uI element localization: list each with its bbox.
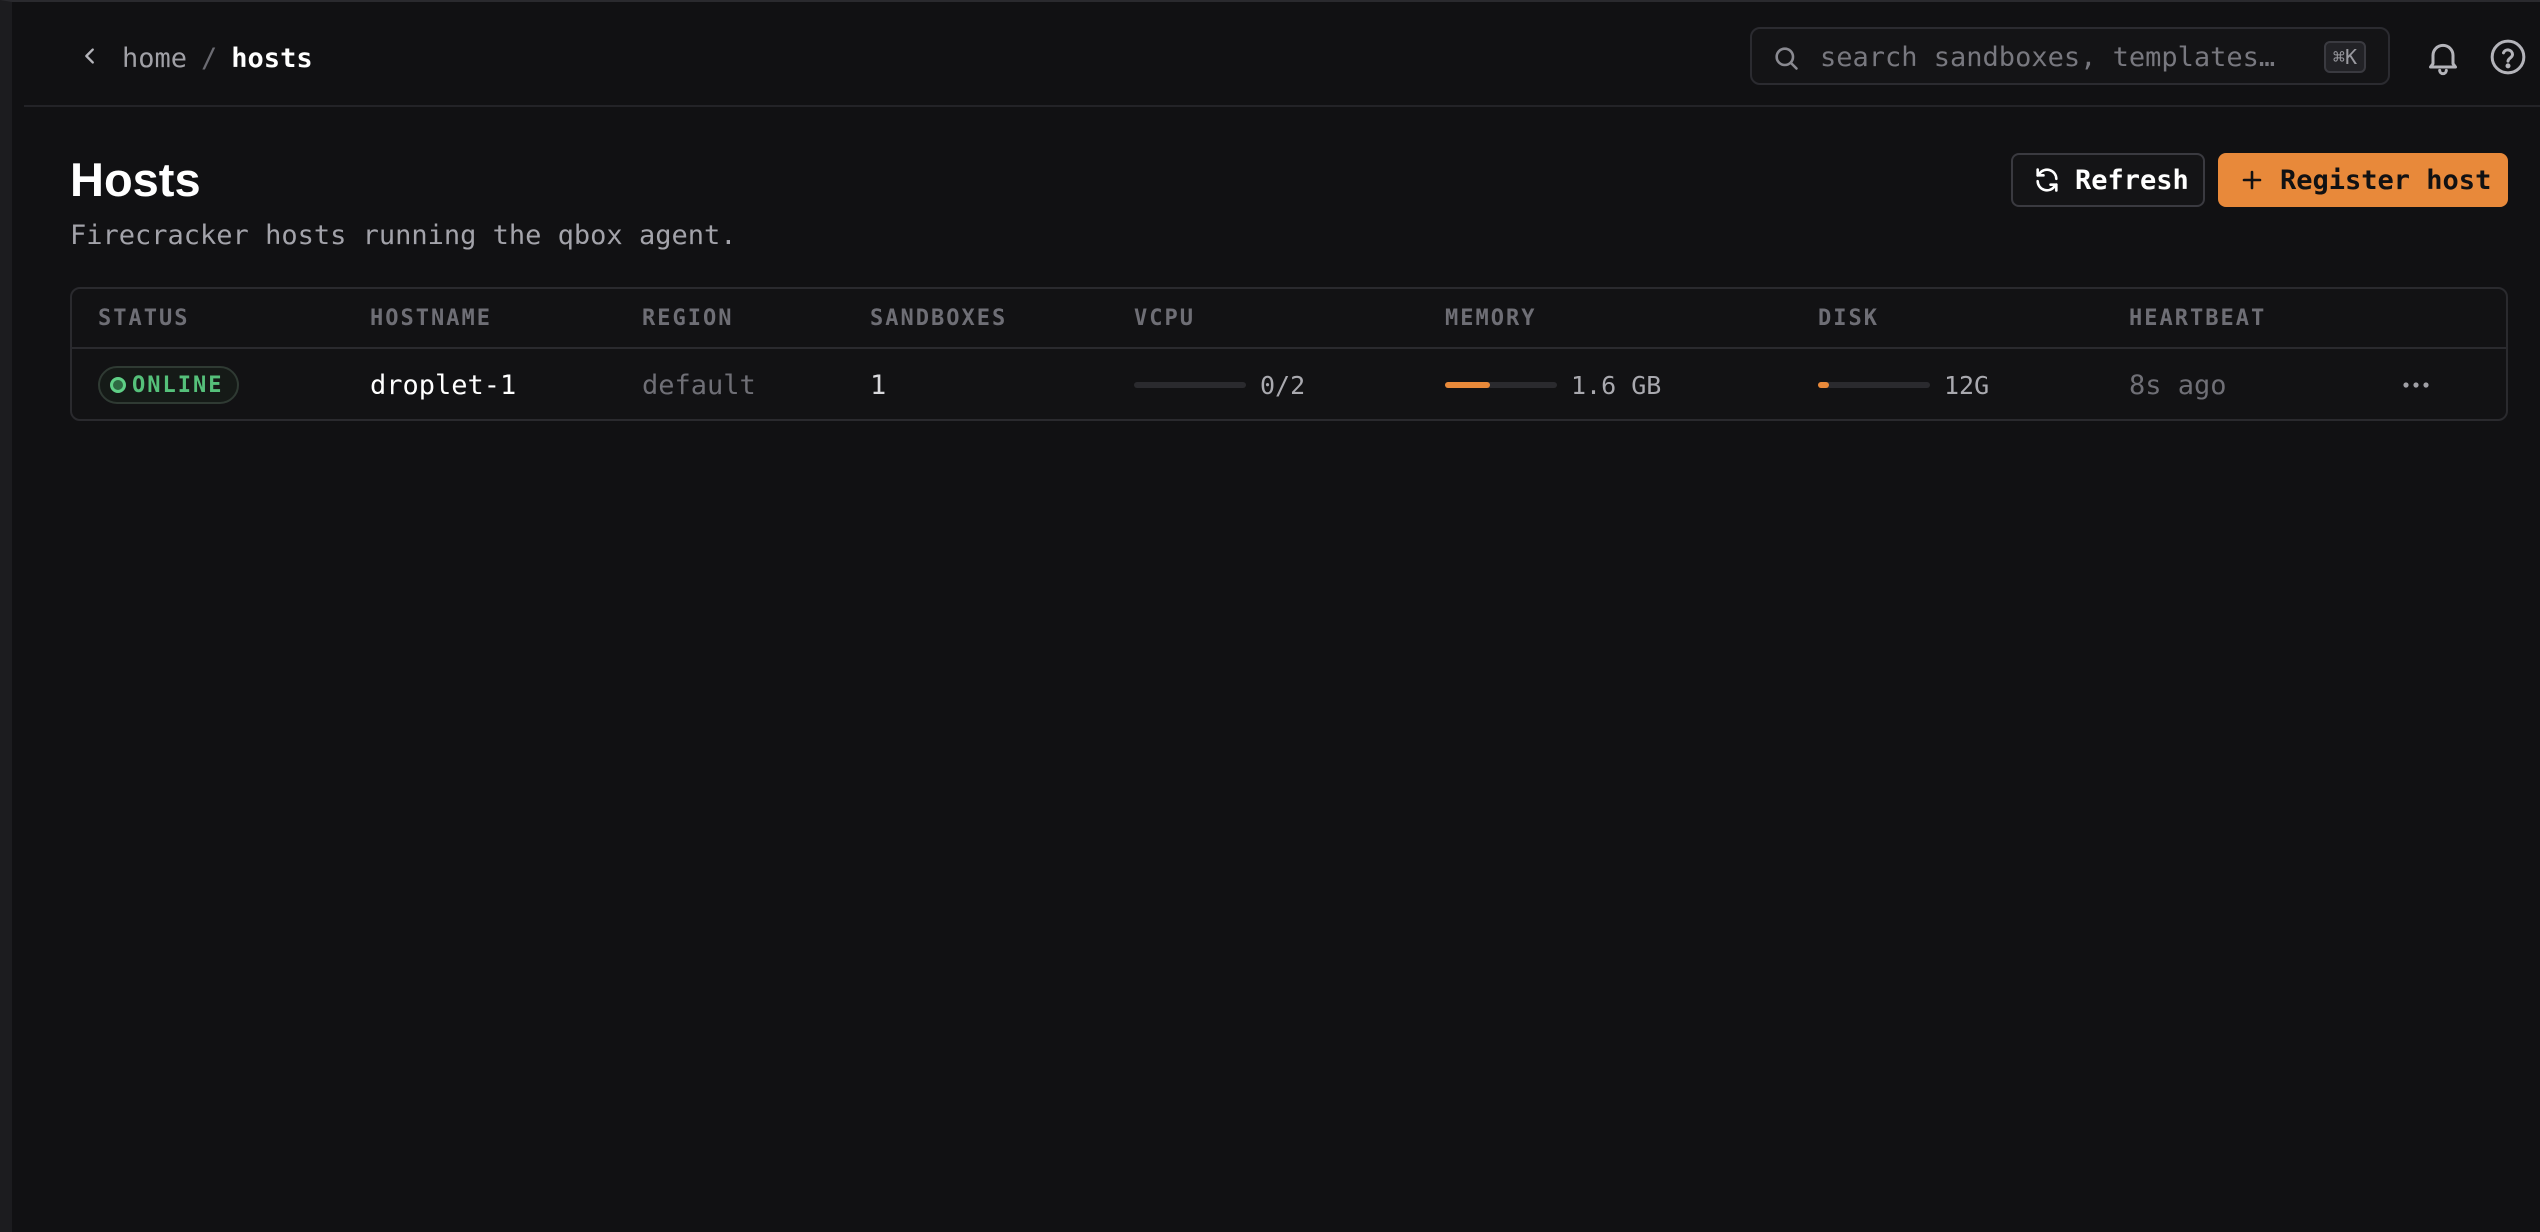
top-bar: home / hosts search sandboxes, templates…	[24, 4, 2540, 107]
column-header-vcpu: VCPU	[1134, 306, 1195, 331]
region-cell: default	[642, 369, 756, 401]
refresh-label: Refresh	[2075, 164, 2189, 196]
column-header-sandboxes: SANDBOXES	[870, 306, 1008, 331]
disk-usage-fill	[1818, 382, 1830, 388]
vcpu-cell: 0/2	[1134, 349, 1305, 421]
status-badge: ONLINE	[98, 366, 240, 404]
page-title: Hosts	[70, 153, 201, 206]
chevron-left-icon	[85, 48, 94, 64]
search-icon	[1775, 47, 1798, 70]
table-header: STATUS HOSTNAME REGION SANDBOXES VCPU ME…	[72, 289, 2506, 349]
register-host-button[interactable]: Register host	[2218, 153, 2508, 207]
status-dot-icon	[110, 377, 126, 393]
refresh-icon	[2036, 168, 2058, 192]
back-button[interactable]	[62, 34, 118, 78]
hostname-cell[interactable]: droplet-1	[370, 349, 516, 421]
search-shortcut-badge: ⌘K	[2323, 41, 2366, 73]
breadcrumb-current: hosts	[231, 42, 313, 74]
search-placeholder: search sandboxes, templates…	[1820, 42, 2276, 73]
breadcrumb-separator: /	[201, 42, 218, 74]
page-subtitle: Firecracker hosts running the qbox agent…	[70, 220, 737, 251]
column-header-hostname: HOSTNAME	[370, 306, 492, 331]
help-icon[interactable]	[2488, 37, 2528, 77]
breadcrumb: home / hosts	[122, 38, 313, 78]
refresh-button[interactable]: Refresh	[2011, 153, 2205, 207]
column-header-status: STATUS	[98, 306, 190, 331]
sandboxes-cell: 1	[870, 369, 887, 401]
disk-cell: 12G	[1818, 349, 1989, 421]
memory-value: 1.6 GB	[1571, 370, 1662, 400]
disk-value: 12G	[1944, 370, 1990, 400]
column-header-disk: DISK	[1818, 306, 1879, 331]
vcpu-value: 0/2	[1260, 370, 1306, 400]
vcpu-usage-bar	[1134, 382, 1246, 388]
column-header-region: REGION	[642, 306, 734, 331]
status-cell: ONLINE	[98, 349, 240, 421]
status-label: ONLINE	[132, 372, 224, 398]
bell-icon[interactable]	[2423, 37, 2463, 77]
column-header-memory: MEMORY	[1445, 306, 1537, 331]
table-row[interactable]: ONLINE droplet-1 default 1 0/2 1.6 GB 12…	[72, 349, 2506, 421]
app-window: home / hosts search sandboxes, templates…	[0, 0, 2540, 1232]
breadcrumb-home[interactable]: home	[122, 43, 187, 74]
disk-usage-bar	[1818, 382, 1930, 388]
row-actions-button[interactable]	[2396, 349, 2436, 421]
memory-usage-fill	[1445, 382, 1490, 388]
register-host-label: Register host	[2280, 164, 2492, 196]
memory-usage-bar	[1445, 382, 1557, 388]
column-header-heartbeat: HEARTBEAT	[2129, 306, 2267, 331]
heartbeat-cell: 8s ago	[2129, 369, 2227, 401]
search-input[interactable]: search sandboxes, templates… ⌘K	[1750, 27, 2390, 85]
memory-cell: 1.6 GB	[1445, 349, 1661, 421]
plus-icon	[2242, 170, 2262, 190]
hosts-table: STATUS HOSTNAME REGION SANDBOXES VCPU ME…	[70, 287, 2508, 421]
more-icon	[2403, 382, 2429, 388]
